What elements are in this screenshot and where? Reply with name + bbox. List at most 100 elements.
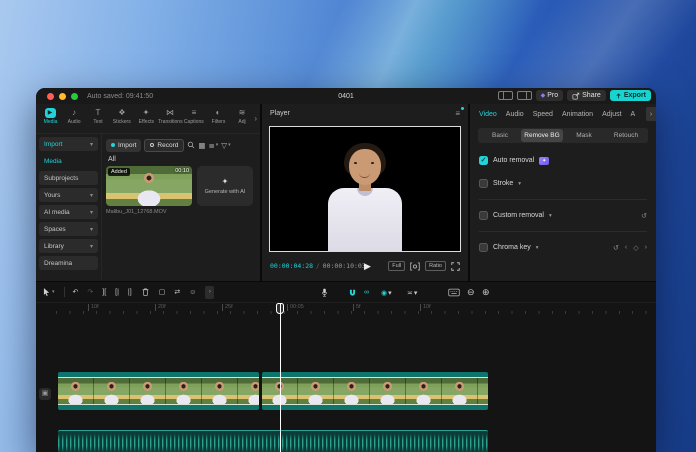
media-clip-card[interactable]: Added 00:10 Malibu_J01_12768.MOV xyxy=(106,166,192,215)
added-badge: Added xyxy=(108,168,130,176)
ratio-button[interactable]: Ratio xyxy=(425,261,446,271)
stroke-checkbox[interactable] xyxy=(479,179,488,188)
split-button[interactable]: ][ xyxy=(102,289,106,296)
tab-stickers[interactable]: ❖Stickers xyxy=(110,108,134,125)
focus-preview-icon[interactable] xyxy=(410,262,420,271)
trim-left-button[interactable]: [| xyxy=(115,289,119,296)
chevron-down-icon[interactable]: ▾ xyxy=(536,245,539,251)
tab-transitions[interactable]: ⋈Transitions xyxy=(158,108,182,125)
chroma-key-checkbox[interactable] xyxy=(479,243,488,252)
subtab-remove-bg[interactable]: Remove BG xyxy=(521,129,563,142)
zoom-out-button[interactable]: ⊖ xyxy=(467,282,475,303)
sidebar-item-yours[interactable]: Yours▾ xyxy=(39,188,98,202)
more-tools-button[interactable]: › xyxy=(205,286,214,299)
tab-animation[interactable]: Animation xyxy=(562,111,593,118)
tab-adjust-settings[interactable]: Adjust xyxy=(602,111,621,118)
grid-view-icon[interactable]: ▦ xyxy=(198,141,205,150)
current-timecode: 00:00:04:28 xyxy=(270,262,313,270)
keyframe-next-icon[interactable]: › xyxy=(645,244,647,252)
delete-button[interactable] xyxy=(141,287,150,297)
chevron-down-icon[interactable]: ▾ xyxy=(518,181,521,187)
share-button[interactable]: Share xyxy=(567,90,606,101)
select-tool[interactable]: ▾ xyxy=(42,287,55,297)
tab-effects[interactable]: ✦Effects xyxy=(134,108,158,125)
crop-button[interactable]: ▢ xyxy=(159,288,166,296)
zoom-button[interactable] xyxy=(71,93,78,100)
titlebar: Auto saved: 09:41:50 0401 ◆ Pro Share Ex… xyxy=(36,88,656,104)
play-button[interactable]: ▶ xyxy=(364,261,371,272)
minimize-button[interactable] xyxy=(59,93,66,100)
audio-clip[interactable] xyxy=(58,430,488,452)
trim-right-button[interactable]: |] xyxy=(128,289,132,296)
clip-filmstrip xyxy=(58,377,259,405)
tab-truncated[interactable]: A xyxy=(631,111,636,118)
import-menu[interactable]: Import▾ xyxy=(39,137,98,151)
magnet-icon xyxy=(348,288,357,298)
cursor-icon xyxy=(42,287,51,297)
auto-removal-checkbox[interactable]: ✓ xyxy=(479,156,488,165)
tab-audio-settings[interactable]: Audio xyxy=(506,111,524,118)
shortcuts-button[interactable] xyxy=(448,282,460,303)
sidebar-item-library[interactable]: Library▾ xyxy=(39,239,98,253)
video-clip-segment[interactable] xyxy=(262,372,488,410)
layout-toggle-icon[interactable] xyxy=(498,91,513,100)
video-preview[interactable] xyxy=(269,126,461,252)
ruler-label: 20f xyxy=(155,304,166,311)
playhead-handle[interactable] xyxy=(276,303,284,314)
search-icon[interactable] xyxy=(187,141,195,149)
tab-audio[interactable]: ♪Audio xyxy=(62,108,86,125)
keyframe-icon[interactable]: ◇ xyxy=(633,244,638,252)
sort-icon[interactable]: ≣▾ xyxy=(208,141,218,150)
tab-speed[interactable]: Speed xyxy=(533,111,553,118)
fullscreen-icon[interactable] xyxy=(451,262,460,271)
sidebar-item-media[interactable]: Media xyxy=(39,154,98,168)
zoom-in-button[interactable]: ⊕ xyxy=(482,282,490,303)
subtab-retouch[interactable]: Retouch xyxy=(605,129,647,142)
timeline-ruler[interactable]: 10f 20f 25f 00:05 5f 10f xyxy=(56,303,656,314)
tab-filters[interactable]: ◐Filters xyxy=(206,108,230,125)
select-mode-toggle[interactable]: ≍▾ xyxy=(407,282,417,303)
tab-text[interactable]: TText xyxy=(86,108,110,125)
keyframe-prev-icon[interactable]: ‹ xyxy=(625,244,627,252)
tabs-overflow-button[interactable]: › xyxy=(254,108,260,124)
chevron-down-icon[interactable]: ▾ xyxy=(549,213,552,219)
sidebar-item-ai-media[interactable]: AI media▾ xyxy=(39,205,98,219)
subtab-basic[interactable]: Basic xyxy=(479,129,521,142)
redo-button[interactable]: ↷ xyxy=(87,288,93,296)
custom-removal-checkbox[interactable] xyxy=(479,211,488,220)
replace-button[interactable]: ⇄ xyxy=(174,288,180,296)
import-button[interactable]: Import xyxy=(106,139,141,152)
pro-button[interactable]: ◆ Pro xyxy=(536,90,564,101)
reset-icon[interactable]: ↺ xyxy=(613,244,619,252)
link-toggle[interactable]: ∞ xyxy=(364,282,369,303)
filter-icon[interactable]: ▽▾ xyxy=(221,141,230,150)
generate-with-ai-card[interactable]: ✦ Generate with AI xyxy=(197,166,253,206)
player-panel: Player ≡ 00:00:04:28 xyxy=(262,104,468,281)
tab-adjust[interactable]: ≋Adj xyxy=(230,108,254,125)
playhead[interactable] xyxy=(280,303,281,452)
tab-video[interactable]: Video xyxy=(479,111,497,118)
reset-icon[interactable]: ↺ xyxy=(641,212,647,220)
full-quality-button[interactable]: Full xyxy=(388,261,405,271)
sidebar-item-subprojects[interactable]: Subprojects xyxy=(39,171,98,185)
voiceover-button[interactable] xyxy=(320,282,329,303)
record-button[interactable]: Record xyxy=(144,139,184,152)
inspector-tabs-overflow-button[interactable]: › xyxy=(646,107,656,121)
export-button[interactable]: Export xyxy=(610,90,651,101)
clip-thumbnail[interactable]: Added 00:10 xyxy=(106,166,192,206)
preview-toggle[interactable]: ◉▾ xyxy=(381,282,392,303)
sidebar-item-spaces[interactable]: Spaces▾ xyxy=(39,222,98,236)
close-button[interactable] xyxy=(47,93,54,100)
snap-toggle[interactable] xyxy=(348,282,357,303)
track-toggle-icon[interactable]: ▣ xyxy=(39,388,51,400)
subtab-mask[interactable]: Mask xyxy=(563,129,605,142)
tab-media[interactable]: ▶Media xyxy=(38,108,62,125)
undo-button[interactable]: ↶ xyxy=(73,288,79,296)
chevron-down-icon: ▾ xyxy=(90,192,93,199)
tab-captions[interactable]: ≡Captions xyxy=(182,108,206,125)
video-clip-segment[interactable] xyxy=(58,372,259,410)
sidebar-item-dreamina[interactable]: Dreamina xyxy=(39,256,98,270)
portrait-button[interactable]: ☺ xyxy=(189,289,196,296)
panel-layout-icon[interactable] xyxy=(517,91,532,100)
player-menu-icon[interactable]: ≡ xyxy=(455,109,460,118)
